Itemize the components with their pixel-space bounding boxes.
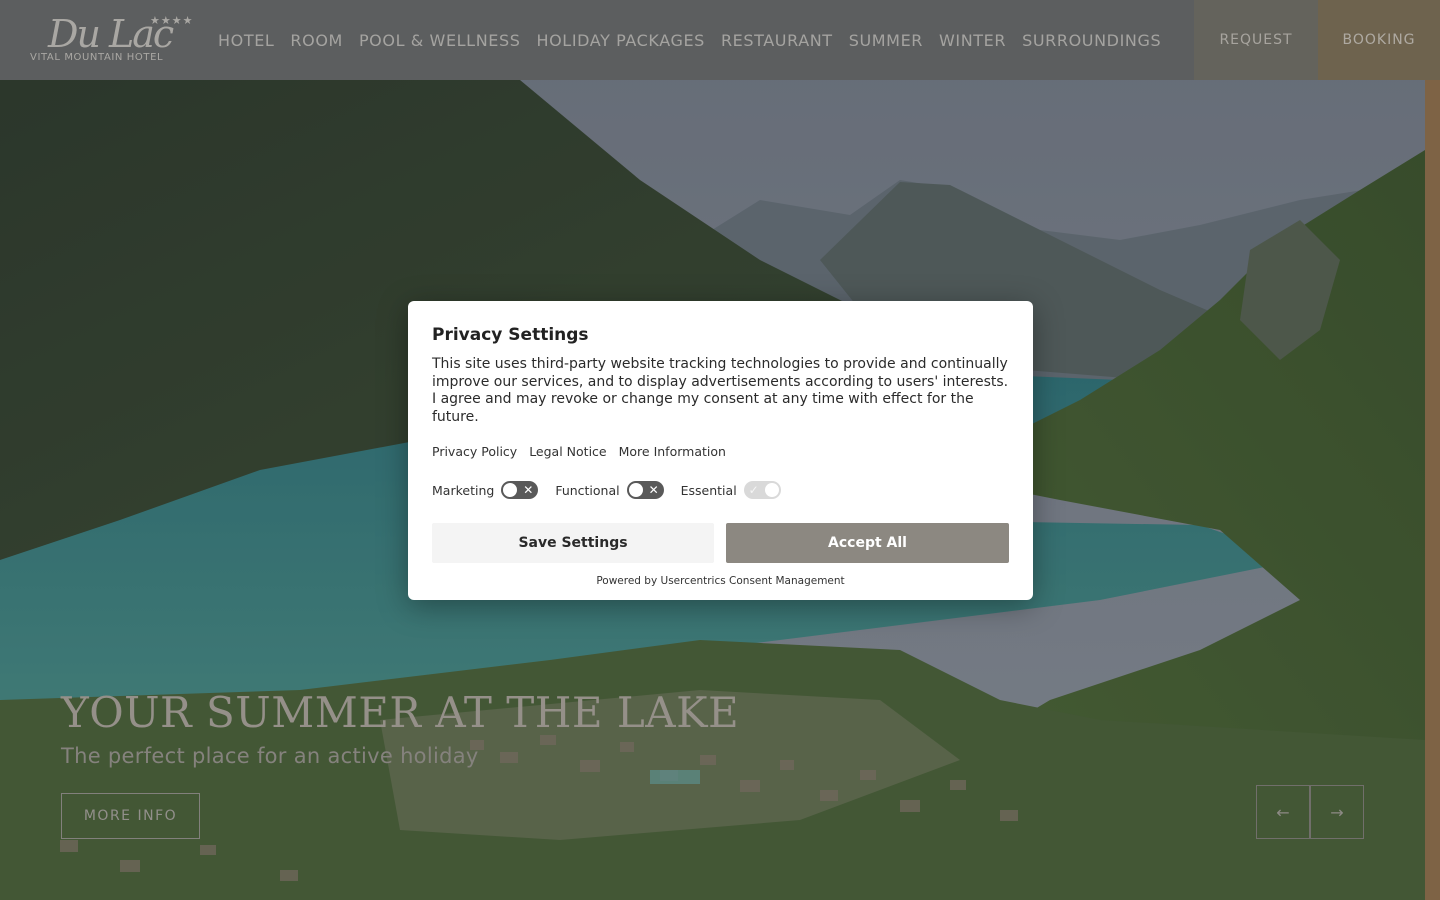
save-settings-button[interactable]: Save Settings <box>432 523 714 563</box>
accept-all-button[interactable]: Accept All <box>726 523 1009 563</box>
functional-toggle[interactable]: ✕ <box>626 481 664 499</box>
close-icon: ✕ <box>523 483 534 497</box>
privacy-policy-link[interactable]: Privacy Policy <box>432 444 517 459</box>
essential-label: Essential <box>680 482 737 498</box>
more-information-link[interactable]: More Information <box>619 444 726 459</box>
functional-toggle-group: Functional ✕ <box>555 481 664 499</box>
legal-notice-link[interactable]: Legal Notice <box>529 444 606 459</box>
marketing-label: Marketing <box>432 482 495 498</box>
functional-label: Functional <box>555 482 620 498</box>
dialog-description: This site uses third-party website track… <box>432 356 1009 425</box>
toggle-knob <box>503 483 518 497</box>
check-icon: ✓ <box>748 483 759 497</box>
dialog-title: Privacy Settings <box>432 325 589 345</box>
consent-toggles: Marketing ✕ Functional ✕ Essential ✓ <box>432 481 798 499</box>
essential-toggle-group: Essential ✓ <box>681 481 781 499</box>
close-icon: ✕ <box>648 483 659 497</box>
powered-by-text[interactable]: Powered by Usercentrics Consent Manageme… <box>408 575 1033 587</box>
essential-toggle: ✓ <box>743 481 781 499</box>
marketing-toggle-group: Marketing ✕ <box>432 481 539 499</box>
dialog-links: Privacy Policy Legal Notice More Informa… <box>432 444 726 459</box>
toggle-knob <box>628 483 643 497</box>
privacy-settings-dialog: Privacy Settings This site uses third-pa… <box>408 301 1033 600</box>
marketing-toggle[interactable]: ✕ <box>501 481 539 499</box>
toggle-knob <box>764 483 779 497</box>
